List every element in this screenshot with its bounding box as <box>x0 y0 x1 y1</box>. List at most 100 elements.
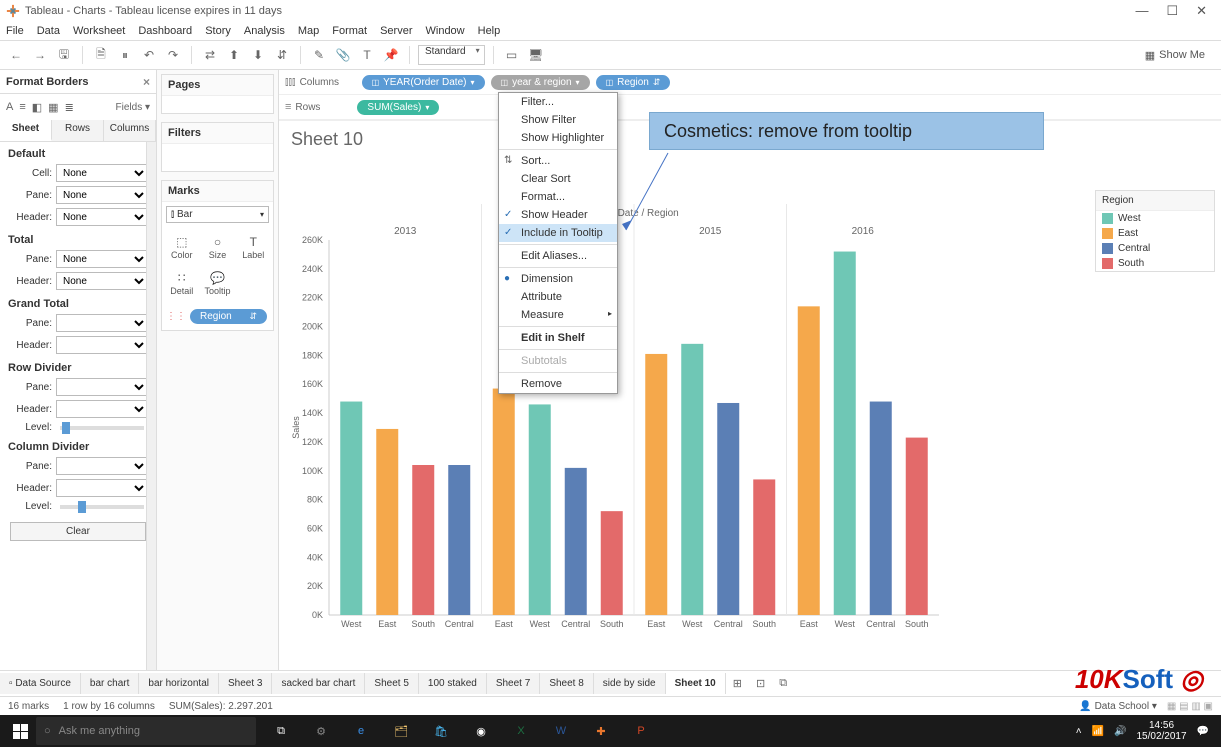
bar-2013-south[interactable] <box>412 465 434 615</box>
menu-data[interactable]: Data <box>37 25 60 37</box>
close-panel-button[interactable]: × <box>143 75 150 89</box>
menu-item-format---[interactable]: Format... <box>499 188 617 206</box>
columns-shelf[interactable]: ⫾⫾⫾ Columns ◫YEAR(Order Date)▾◫year & re… <box>279 70 1221 95</box>
pages-shelf[interactable]: Pages <box>162 75 273 96</box>
menu-item-remove[interactable]: Remove <box>499 372 617 393</box>
menu-item-dimension[interactable]: ●Dimension <box>499 267 617 288</box>
menu-map[interactable]: Map <box>298 25 319 37</box>
coldiv-pane-select[interactable] <box>56 457 148 475</box>
coldiv-level-slider[interactable] <box>60 505 144 509</box>
format-tab-columns[interactable]: Columns <box>104 120 156 141</box>
presentation-button[interactable]: ▭ <box>502 45 522 65</box>
menu-item-show-header[interactable]: ✓Show Header <box>499 206 617 224</box>
tray-up-icon[interactable]: ˄ <box>1076 726 1082 737</box>
sheet-tab-side-by-side[interactable]: side by side <box>594 673 666 694</box>
new-worksheet-button[interactable]: ⊞ <box>726 673 749 694</box>
device-button[interactable]: 🖥 <box>526 45 546 65</box>
font-icon[interactable]: A <box>6 101 13 113</box>
tableau-icon[interactable]: ✚ <box>582 716 620 746</box>
menu-analysis[interactable]: Analysis <box>244 25 285 37</box>
task-view-icon[interactable]: ⧉ <box>262 716 300 746</box>
cortana-search[interactable]: ○Ask me anything <box>36 717 256 745</box>
clock-date[interactable]: 15/02/2017 <box>1136 731 1186 742</box>
legend-item-west[interactable]: West <box>1096 211 1214 226</box>
word-icon[interactable]: W <box>542 716 580 746</box>
sheet-tab-100-staked[interactable]: 100 staked <box>419 673 487 694</box>
format-tab-rows[interactable]: Rows <box>52 120 104 141</box>
nav-back-button[interactable]: ← <box>6 45 26 65</box>
bar-2016-south[interactable] <box>906 438 928 615</box>
pause-button[interactable]: ⏸ <box>115 45 135 65</box>
bar-2016-central[interactable] <box>870 402 892 615</box>
legend-item-east[interactable]: East <box>1096 226 1214 241</box>
marks-size[interactable]: ○Size <box>199 229 235 265</box>
highlight-button[interactable]: ✎ <box>309 45 329 65</box>
sheet-tab-sheet-8[interactable]: Sheet 8 <box>540 673 593 694</box>
default-pane-select[interactable]: None <box>56 186 148 204</box>
bar-2013-central[interactable] <box>448 465 470 615</box>
notifications-icon[interactable]: 💬 <box>1197 726 1209 737</box>
bar-2015-west[interactable] <box>681 344 703 615</box>
total-header-select[interactable]: None <box>56 272 148 290</box>
bar-2015-central[interactable] <box>717 403 739 615</box>
nav-forward-button[interactable]: → <box>30 45 50 65</box>
clock-time[interactable]: 14:56 <box>1136 720 1186 731</box>
sort-bar-button[interactable]: ⇵ <box>272 45 292 65</box>
marks-tooltip[interactable]: 💬Tooltip <box>199 265 235 301</box>
format-tab-sheet[interactable]: Sheet <box>0 120 52 141</box>
sheet-tab-sheet-3[interactable]: Sheet 3 <box>219 673 272 694</box>
group-button[interactable]: 📎 <box>333 45 353 65</box>
settings-icon[interactable]: ⚙ <box>302 716 340 746</box>
bar-2014-south[interactable] <box>601 511 623 615</box>
fields-dropdown[interactable]: Fields ▾ <box>116 102 150 113</box>
legend-item-central[interactable]: Central <box>1096 241 1214 256</box>
pill-region[interactable]: ◫Region⇵ <box>596 75 671 90</box>
edge-icon[interactable]: e <box>342 716 380 746</box>
bar-2016-west[interactable] <box>834 252 856 615</box>
color-legend[interactable]: Region WestEastCentralSouth <box>1095 190 1215 272</box>
marks-label[interactable]: TLabel <box>236 229 272 265</box>
new-dashboard-button[interactable]: ⊡ <box>749 673 772 694</box>
bar-2015-south[interactable] <box>753 479 775 615</box>
start-button[interactable] <box>4 715 36 747</box>
menu-item-clear-sort[interactable]: Clear Sort <box>499 170 617 188</box>
sheet-tab-sheet-10[interactable]: Sheet 10 <box>666 673 726 694</box>
menu-item-filter---[interactable]: Filter... <box>499 93 617 111</box>
menu-item-show-highlighter[interactable]: Show Highlighter <box>499 129 617 147</box>
clear-button[interactable]: Clear <box>10 522 146 541</box>
tray-wifi-icon[interactable]: 📶 <box>1092 726 1104 737</box>
marks-detail[interactable]: ∷Detail <box>164 265 199 301</box>
fit-select[interactable]: Standard <box>418 45 485 65</box>
sheet-tab-sheet-5[interactable]: Sheet 5 <box>365 673 418 694</box>
show-me-button[interactable]: ▦ Show Me <box>1145 49 1215 62</box>
maximize-button[interactable]: ☐ <box>1166 3 1178 19</box>
borders-icon[interactable]: ▦ <box>48 101 58 114</box>
minimize-button[interactable]: — <box>1135 3 1148 19</box>
total-pane-select[interactable]: None <box>56 250 148 268</box>
rowdiv-pane-select[interactable] <box>56 378 148 396</box>
format-scrollbar[interactable] <box>146 142 156 670</box>
pill-sum-sales-[interactable]: SUM(Sales)▾ <box>357 100 439 115</box>
powerpoint-icon[interactable]: P <box>622 716 660 746</box>
bar-2014-west[interactable] <box>529 404 551 615</box>
label-button[interactable]: T <box>357 45 377 65</box>
sheet-tab-bar-horizontal[interactable]: bar horizontal <box>139 673 219 694</box>
lines-icon[interactable]: ≣ <box>65 101 74 114</box>
view-buttons[interactable]: ▦ ▤ ▥ ▣ <box>1167 701 1213 712</box>
redo-button[interactable]: ↷ <box>163 45 183 65</box>
marks-color[interactable]: ⬚Color <box>164 229 199 265</box>
sort-asc-button[interactable]: ⬆ <box>224 45 244 65</box>
bar-2015-east[interactable] <box>645 354 667 615</box>
excel-icon[interactable]: X <box>502 716 540 746</box>
region-color-pill[interactable]: Region⇵ <box>190 309 267 324</box>
menu-item-edit-aliases---[interactable]: Edit Aliases... <box>499 244 617 265</box>
menu-help[interactable]: Help <box>478 25 501 37</box>
legend-item-south[interactable]: South <box>1096 256 1214 271</box>
rowdiv-level-slider[interactable] <box>60 426 144 430</box>
save-button[interactable]: 🖫 <box>54 45 74 65</box>
menu-format[interactable]: Format <box>332 25 367 37</box>
data-school-select[interactable]: 👤 Data School ▾ <box>1079 701 1157 712</box>
explorer-icon[interactable]: 🗂 <box>382 716 420 746</box>
menu-item-edit-in-shelf[interactable]: Edit in Shelf <box>499 326 617 347</box>
menu-dashboard[interactable]: Dashboard <box>138 25 192 37</box>
